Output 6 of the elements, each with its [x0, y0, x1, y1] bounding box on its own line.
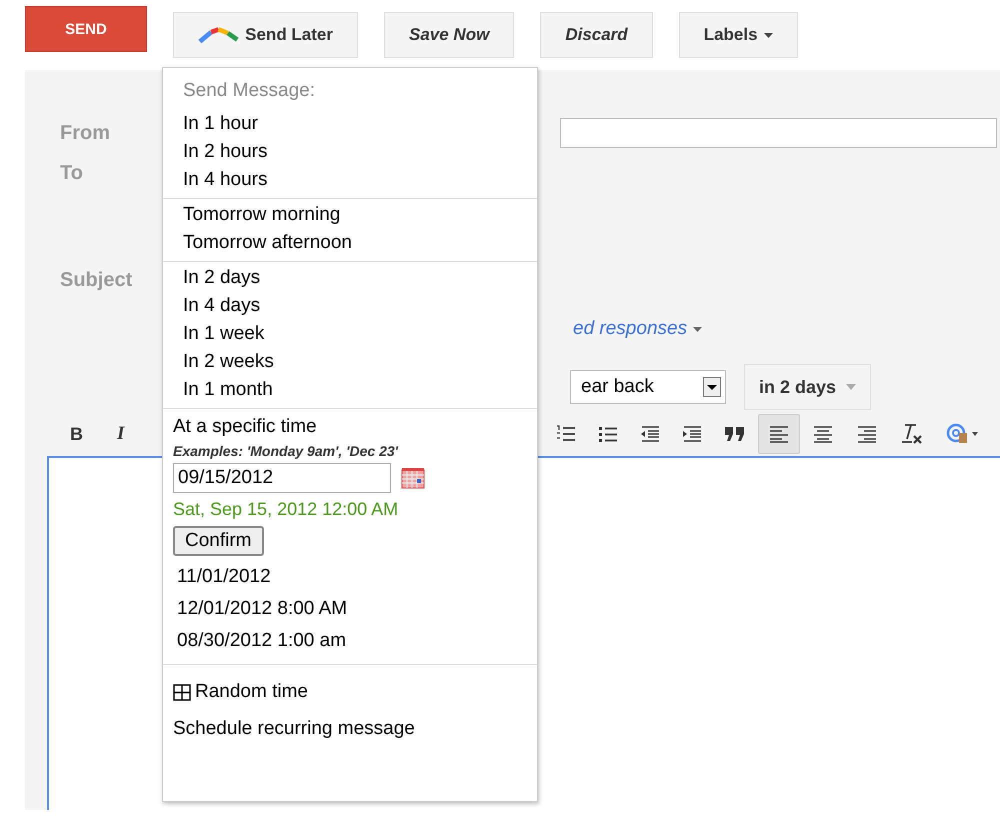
from-label: From [60, 122, 110, 144]
subject-label: Subject [60, 269, 132, 292]
menu-heading: Send Message: [182, 79, 316, 103]
parsed-date-text: Sat, Sep 15, 2012 12:00 AM [173, 499, 400, 520]
to-label: To [60, 162, 83, 185]
examples-hint: Examples: 'Monday 9am', 'Dec 23' [173, 443, 400, 459]
